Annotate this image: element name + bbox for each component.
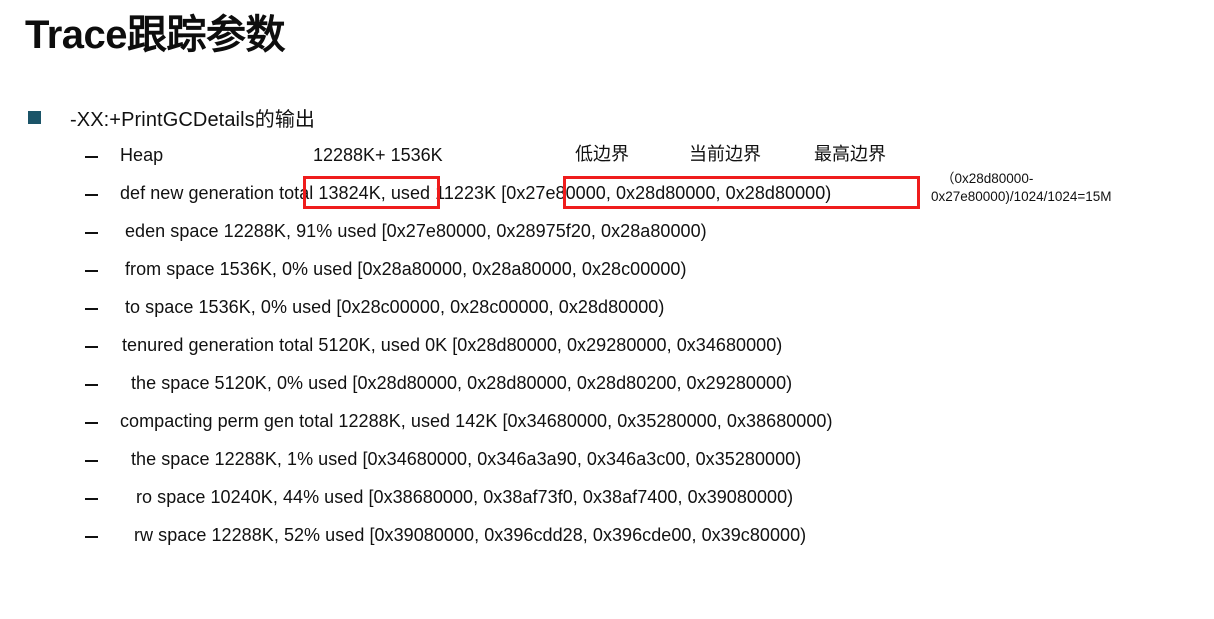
dash-bullet-icon — [85, 346, 98, 348]
formula-line-2: 0x27e80000)/1024/1024=15M — [931, 188, 1112, 204]
dash-bullet-icon — [85, 270, 98, 272]
formula-line-1: （0x28d80000- — [941, 171, 1034, 186]
gc-output-line-text: from space 1536K, 0% used [0x28a80000, 0… — [125, 259, 687, 279]
gc-output-line-text: Heap — [120, 145, 164, 165]
dash-bullet-icon — [85, 422, 98, 424]
gc-output-line: from space 1536K, 0% used [0x28a80000, 0… — [0, 259, 687, 280]
gc-output-line-text: the space 12288K, 1% used [0x34680000, 0… — [131, 449, 802, 469]
gc-output-line-text: rw space 12288K, 52% used [0x39080000, 0… — [134, 525, 807, 545]
gc-output-line: the space 5120K, 0% used [0x28d80000, 0x… — [0, 373, 792, 394]
gc-output-line: tenured generation total 5120K, used 0K … — [0, 335, 782, 356]
dash-bullet-icon — [85, 194, 98, 196]
gc-output-line: to space 1536K, 0% used [0x28c00000, 0x2… — [0, 297, 664, 318]
dash-bullet-icon — [85, 308, 98, 310]
gc-output-line-text: the space 5120K, 0% used [0x28d80000, 0x… — [131, 373, 793, 393]
dash-bullet-icon — [85, 384, 98, 386]
dash-bullet-icon — [85, 232, 98, 234]
gc-output-list: Heap def new generation total 13824K, use… — [0, 0, 1214, 619]
dash-bullet-icon — [85, 498, 98, 500]
gc-output-line-text: ro space 10240K, 44% used [0x38680000, 0… — [136, 487, 794, 507]
gc-output-line-text: eden space 12288K, 91% used [0x27e80000,… — [125, 221, 707, 241]
gc-output-line: the space 12288K, 1% used [0x34680000, 0… — [0, 449, 801, 470]
gc-output-line: compacting perm gen total 12288K, used 1… — [0, 411, 833, 432]
dash-bullet-icon — [85, 156, 98, 158]
dash-bullet-icon — [85, 536, 98, 538]
gc-output-line: rw space 12288K, 52% used [0x39080000, 0… — [0, 525, 806, 546]
heap-total-value: 12288K+ 1536K — [313, 145, 443, 165]
dash-bullet-icon — [85, 460, 98, 462]
size-formula-note: （0x28d80000- 0x27e80000)/1024/1024=15M — [931, 170, 1161, 206]
gc-output-line-text: tenured generation total 5120K, used 0K … — [122, 335, 783, 355]
annotation-max-boundary: 最高边界 — [814, 144, 886, 164]
gc-output-line-text: compacting perm gen total 12288K, used 1… — [120, 411, 833, 431]
gc-output-line: ro space 10240K, 44% used [0x38680000, 0… — [0, 487, 793, 508]
annotation-low-boundary: 低边界 — [575, 144, 629, 164]
gc-output-line: Heap — [0, 145, 163, 166]
annotation-current-boundary: 当前边界 — [689, 144, 761, 164]
gc-output-line: def new generation total 13824K, used 11… — [0, 183, 831, 204]
gc-output-line: eden space 12288K, 91% used [0x27e80000,… — [0, 221, 707, 242]
gc-output-line-text: def new generation total 13824K, used 11… — [120, 183, 832, 203]
gc-output-line-text: to space 1536K, 0% used [0x28c00000, 0x2… — [125, 297, 665, 317]
